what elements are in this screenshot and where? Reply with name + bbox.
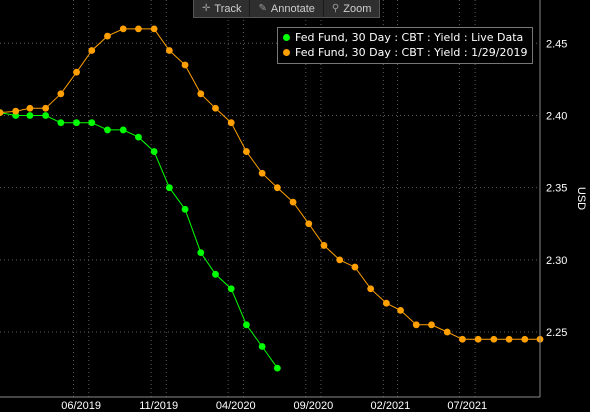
x-tick-label: 09/2020 [293, 400, 333, 412]
series-point-1 [443, 328, 451, 336]
legend-item-past[interactable]: Fed Fund, 30 Day : CBT : Yield : 1/29/20… [283, 45, 527, 60]
series-point-1 [227, 119, 235, 127]
series-line-0 [0, 112, 278, 369]
series-point-1 [258, 169, 266, 177]
y-tick-label: 2.40 [546, 110, 567, 122]
series-point-1 [459, 335, 466, 343]
series-point-1 [367, 285, 375, 293]
chart-legend[interactable]: Fed Fund, 30 Day : CBT : Yield : Live Da… [277, 27, 534, 64]
legend-marker-past [283, 49, 290, 56]
x-tick-label: 04/2020 [216, 400, 256, 412]
series-point-1 [42, 104, 50, 112]
series-point-1 [474, 335, 482, 343]
y-tick-label: 2.30 [546, 255, 567, 267]
series-point-1 [165, 47, 173, 54]
series-point-0 [258, 343, 266, 350]
legend-item-live[interactable]: Fed Fund, 30 Day : CBT : Yield : Live Da… [283, 30, 527, 45]
series-point-0 [181, 205, 189, 213]
annotate-button[interactable]: ✎ Annotate [250, 0, 324, 17]
series-point-1 [505, 335, 513, 343]
series-point-0 [227, 285, 235, 293]
track-label: Track [214, 2, 242, 15]
legend-label-live: Fed Fund, 30 Day : CBT : Yield : Live Da… [295, 31, 524, 44]
series-point-1 [88, 47, 96, 54]
series-point-1 [104, 32, 111, 40]
series-point-0 [165, 184, 173, 192]
legend-label-past: Fed Fund, 30 Day : CBT : Yield : 1/29/20… [295, 46, 528, 59]
series-point-1 [382, 299, 390, 307]
series-point-1 [26, 104, 34, 112]
series-point-1 [57, 90, 65, 98]
series-point-1 [428, 321, 435, 329]
series-point-1 [412, 321, 420, 329]
series-point-1 [197, 90, 205, 98]
y-tick-label: 2.45 [546, 38, 567, 50]
series-point-1 [150, 25, 158, 33]
y-tick-label: 2.35 [546, 183, 567, 195]
series-point-1 [119, 25, 127, 33]
series-point-0 [73, 119, 80, 127]
series-point-1 [0, 109, 4, 117]
zoom-label: Zoom [343, 2, 372, 15]
annotate-label: Annotate [270, 2, 315, 15]
series-point-1 [336, 256, 344, 264]
series-point-1 [289, 198, 297, 206]
chart-toolbar: ✛ Track ✎ Annotate ⚲ Zoom [193, 0, 381, 18]
series-point-1 [243, 148, 250, 155]
series-point-0 [42, 112, 50, 119]
series-point-1 [73, 68, 80, 76]
y-tick-label: 2.25 [546, 327, 567, 339]
series-point-0 [212, 270, 219, 278]
legend-marker-live [283, 34, 290, 41]
series-point-1 [12, 107, 20, 115]
series-point-0 [273, 364, 281, 372]
series-point-1 [305, 220, 313, 228]
y-axis-label: USD [575, 187, 587, 210]
x-tick-label: 07/2021 [447, 400, 487, 412]
series-point-1 [181, 61, 189, 69]
series-point-1 [351, 263, 359, 271]
series-point-0 [119, 126, 127, 134]
series-point-0 [26, 112, 34, 119]
track-button[interactable]: ✛ Track [194, 0, 251, 17]
series-point-1 [273, 184, 281, 192]
series-point-1 [397, 306, 404, 314]
series-point-1 [521, 335, 529, 343]
pencil-icon: ✎ [258, 3, 267, 14]
series-point-1 [490, 335, 498, 343]
series-point-1 [212, 104, 219, 112]
series-point-1 [320, 242, 328, 249]
series-point-0 [150, 148, 158, 155]
zoom-button[interactable]: ⚲ Zoom [324, 0, 379, 17]
series-point-0 [197, 249, 205, 257]
series-point-0 [88, 119, 96, 127]
series-point-0 [135, 133, 142, 141]
crosshair-icon: ✛ [202, 3, 211, 14]
magnifier-icon: ⚲ [331, 3, 340, 14]
x-tick-label: 02/2021 [371, 400, 411, 412]
x-tick-label: 11/2019 [139, 400, 178, 412]
series-point-0 [243, 321, 250, 329]
x-tick-label: 06/2019 [61, 400, 101, 412]
series-point-1 [135, 25, 142, 33]
series-point-0 [104, 126, 111, 134]
series-point-0 [57, 119, 65, 127]
